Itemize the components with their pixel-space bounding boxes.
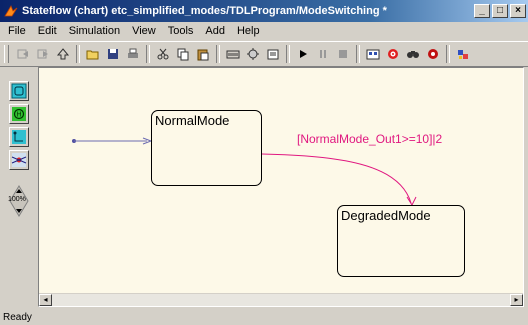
play-icon[interactable] <box>293 44 313 64</box>
toolbar-separator <box>286 45 290 63</box>
library-icon[interactable] <box>363 44 383 64</box>
connective-junction-tool[interactable] <box>9 150 29 170</box>
close-button[interactable]: × <box>510 4 526 18</box>
scroll-left-button[interactable]: ◂ <box>39 294 52 306</box>
open-icon[interactable] <box>83 44 103 64</box>
state-tool-icon <box>11 83 27 99</box>
menu-file[interactable]: File <box>2 25 32 37</box>
toolbar-grip <box>4 45 9 63</box>
toolbar-separator <box>356 45 360 63</box>
debug-icon[interactable] <box>243 44 263 64</box>
state-normal-mode[interactable]: NormalMode <box>151 110 262 186</box>
zoom-level: 100% <box>8 196 26 203</box>
maximize-button[interactable]: □ <box>492 4 508 18</box>
menu-bar: File Edit Simulation View Tools Add Help <box>0 22 528 40</box>
history-junction-tool[interactable]: H <box>9 104 29 124</box>
status-text: Ready <box>3 311 32 323</box>
stop-icon[interactable] <box>333 44 353 64</box>
up-icon[interactable] <box>53 44 73 64</box>
paste-icon[interactable] <box>193 44 213 64</box>
window-title: Stateflow (chart) etc_simplified_modes/T… <box>22 5 387 17</box>
save-icon[interactable] <box>103 44 123 64</box>
connective-junction-icon <box>11 153 27 167</box>
transition-label[interactable]: [NormalMode_Out1>=10]|2 <box>297 132 442 146</box>
state-tool[interactable] <box>9 81 29 101</box>
stateflow-app-icon <box>4 5 18 17</box>
copy-icon[interactable] <box>173 44 193 64</box>
menu-simulation[interactable]: Simulation <box>63 25 126 37</box>
state-label: DegradedMode <box>341 208 431 223</box>
toolbar-separator <box>76 45 80 63</box>
default-transition-tool[interactable] <box>9 127 29 147</box>
toolbar-separator <box>216 45 220 63</box>
chart-canvas[interactable]: NormalMode DegradedMode [NormalMode_Out1… <box>39 68 523 293</box>
explorer-icon[interactable] <box>263 44 283 64</box>
stop-record-icon[interactable] <box>423 44 443 64</box>
toolbar <box>0 41 528 67</box>
cut-icon[interactable] <box>153 44 173 64</box>
back-icon[interactable] <box>13 44 33 64</box>
transition-line[interactable] <box>261 153 412 204</box>
scroll-right-button[interactable]: ▸ <box>510 294 523 306</box>
tool-palette: H 100% <box>0 67 38 295</box>
title-bar: Stateflow (chart) etc_simplified_modes/T… <box>0 0 528 22</box>
minimize-button[interactable]: _ <box>474 4 490 18</box>
transition-arrowhead <box>406 196 417 207</box>
svg-text:H: H <box>16 112 21 119</box>
forward-icon[interactable] <box>33 44 53 64</box>
pause-icon[interactable] <box>313 44 333 64</box>
toolbar-separator <box>146 45 150 63</box>
build-icon[interactable] <box>453 44 473 64</box>
menu-edit[interactable]: Edit <box>32 25 63 37</box>
zoom-tool[interactable]: 100% <box>8 185 29 217</box>
horizontal-scrollbar[interactable]: ◂ ▸ <box>39 293 523 306</box>
target-icon[interactable] <box>383 44 403 64</box>
toolbar-separator <box>446 45 450 63</box>
state-label: NormalMode <box>155 113 230 128</box>
model-explorer-icon[interactable] <box>223 44 243 64</box>
menu-tools[interactable]: Tools <box>162 25 200 37</box>
print-icon[interactable] <box>123 44 143 64</box>
find-icon[interactable] <box>403 44 423 64</box>
default-transition-icon <box>12 130 26 144</box>
menu-add[interactable]: Add <box>199 25 231 37</box>
menu-view[interactable]: View <box>126 25 162 37</box>
status-bar: Ready <box>0 309 528 325</box>
menu-help[interactable]: Help <box>231 25 266 37</box>
history-junction-icon: H <box>12 107 26 121</box>
state-degraded-mode[interactable]: DegradedMode <box>337 205 465 277</box>
